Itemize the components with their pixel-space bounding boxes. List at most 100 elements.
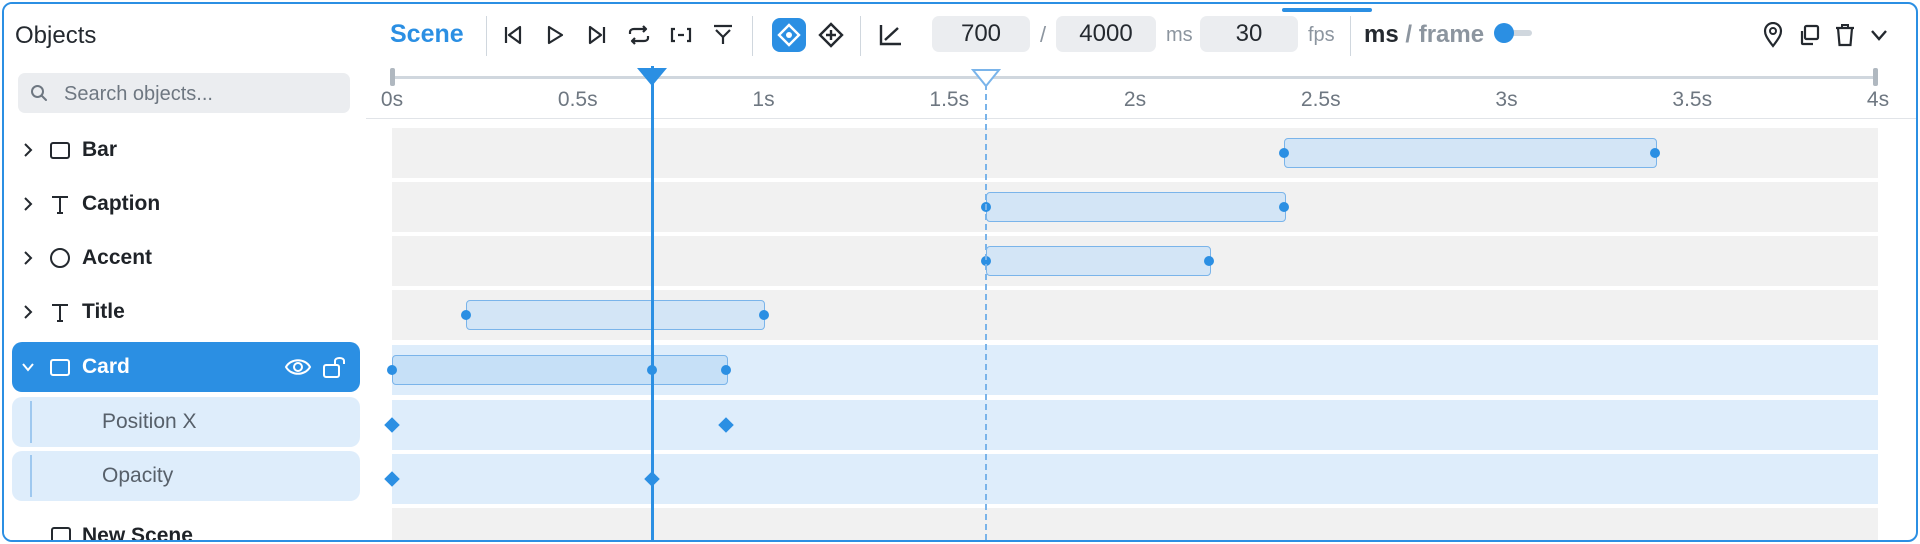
keyframe-dot[interactable] [1650, 148, 1661, 158]
keyframe-dot[interactable] [1204, 256, 1215, 266]
search-input[interactable] [62, 79, 346, 109]
map-pin-icon [1763, 22, 1783, 48]
graph-curve-icon [879, 25, 901, 46]
ruler-tick-label: 2.5s [1300, 88, 1341, 111]
search-box[interactable] [18, 73, 350, 113]
keyframe-dot[interactable] [461, 310, 472, 320]
divider [860, 16, 861, 56]
filter-button[interactable] [706, 18, 740, 52]
playhead-handle[interactable] [637, 68, 668, 86]
object-label: Bar [82, 138, 118, 161]
keyframe-diamond[interactable] [384, 471, 400, 487]
chevron-right-icon[interactable] [20, 194, 36, 214]
filter-icon [714, 24, 732, 44]
divider [486, 16, 487, 56]
track-title[interactable] [392, 290, 1878, 340]
indent-guide [30, 401, 32, 443]
objects-panel: Objects Bar Caption Accent Ti [4, 4, 366, 540]
time-ruler[interactable]: 0s 0.5s 1s 1.5s 2s 2.5s 3s 3.5s 4s [366, 66, 1916, 120]
property-track[interactable] [384, 400, 1878, 450]
unlock-icon[interactable] [322, 354, 348, 380]
divider [1350, 16, 1351, 56]
range-button[interactable] [664, 18, 698, 52]
ruler-tick-label: 1s [752, 88, 775, 111]
clip-bar[interactable] [466, 300, 766, 330]
row-actions [284, 354, 348, 380]
delete-button[interactable] [1828, 18, 1862, 52]
track-bar[interactable] [392, 128, 1878, 178]
keyframe-diamond-icon [777, 23, 801, 47]
track-new-scene[interactable] [392, 508, 1878, 540]
panel-title: Objects [15, 22, 97, 49]
bracket-range-icon [670, 27, 692, 43]
eye-icon[interactable] [284, 354, 312, 380]
fps-input[interactable]: 30 [1200, 16, 1298, 52]
clip-bar[interactable] [392, 355, 729, 385]
property-row-opacity[interactable]: Opacity [12, 451, 360, 501]
add-keyframe-button[interactable] [814, 18, 848, 52]
playhead-line[interactable] [650, 66, 654, 540]
range-start-handle[interactable] [390, 68, 395, 86]
chevron-down-icon[interactable] [20, 357, 36, 377]
ruler-tick-label: 0.5s [557, 88, 598, 111]
time-separator: / [1040, 22, 1047, 47]
property-track[interactable] [384, 454, 1878, 504]
marker-button[interactable] [1756, 18, 1790, 52]
ruler-tick-label: 2s [1123, 88, 1147, 111]
chevron-right-icon[interactable] [20, 140, 36, 160]
chevron-right-icon[interactable] [20, 248, 36, 268]
duplicate-button[interactable] [1792, 18, 1826, 52]
frame-label: / frame [1405, 21, 1485, 48]
skip-back-button[interactable] [496, 18, 530, 52]
track-card[interactable] [387, 345, 1878, 395]
new-scene-row[interactable]: New Scene [12, 508, 360, 540]
skip-forward-button[interactable] [580, 18, 614, 52]
chevron-right-icon[interactable] [20, 302, 36, 322]
timeline-editor: Objects Bar Caption Accent Ti [2, 2, 1918, 542]
scene-tab[interactable]: Scene [390, 20, 464, 49]
keyframe-diamond[interactable] [718, 417, 735, 433]
toolbar-progress-indicator [1282, 8, 1372, 12]
text-icon [52, 196, 68, 214]
range-end-handle[interactable] [1873, 68, 1878, 86]
time-display-toggle-label[interactable]: ms / frame [1364, 21, 1484, 49]
track-caption[interactable] [392, 182, 1878, 232]
trash-icon [1836, 24, 1854, 47]
clip-bar[interactable] [1283, 138, 1658, 168]
object-row-card[interactable]: Card [12, 342, 360, 392]
object-row-title[interactable]: Title [12, 287, 360, 337]
object-row-accent[interactable]: Accent [12, 233, 360, 283]
keyframe-dot[interactable] [721, 365, 732, 375]
ruler-divider [366, 118, 1916, 119]
current-time-input[interactable]: 700 [932, 16, 1030, 52]
text-icon [52, 304, 68, 322]
play-button[interactable] [538, 18, 572, 52]
keyframe-mode-button[interactable] [772, 18, 806, 52]
rect-icon [51, 527, 71, 540]
time-unit-toggle[interactable] [1494, 23, 1534, 43]
ms-label: ms [1364, 21, 1399, 48]
keyframe-dot[interactable] [387, 365, 397, 375]
track-accent[interactable] [392, 236, 1878, 286]
collapse-button[interactable] [1862, 18, 1896, 52]
object-row-caption[interactable]: Caption [12, 179, 360, 229]
rect-icon [50, 142, 70, 159]
object-row-bar[interactable]: Bar [12, 125, 360, 175]
keyframe-diamond[interactable] [384, 417, 400, 433]
skip-forward-icon [588, 25, 606, 45]
skip-back-icon [504, 25, 522, 45]
keyframe-dot[interactable] [1278, 148, 1289, 158]
play-icon [547, 25, 564, 45]
clip-bar[interactable] [986, 192, 1286, 222]
duration-input[interactable]: 4000 [1056, 16, 1156, 52]
property-row-position-x[interactable]: Position X [12, 397, 360, 447]
ruler-tick-label: 3s [1495, 88, 1518, 111]
marker-handle[interactable] [971, 68, 1002, 88]
toolbar: Scene 700 / 4000 ms 30 fps ms / frame [366, 4, 1916, 66]
keyframe-dot[interactable] [758, 310, 769, 320]
clip-bar[interactable] [986, 246, 1212, 276]
keyframe-dot[interactable] [1278, 202, 1289, 212]
loop-button[interactable] [622, 18, 656, 52]
graph-editor-button[interactable] [874, 18, 908, 52]
marker-line [985, 84, 988, 540]
